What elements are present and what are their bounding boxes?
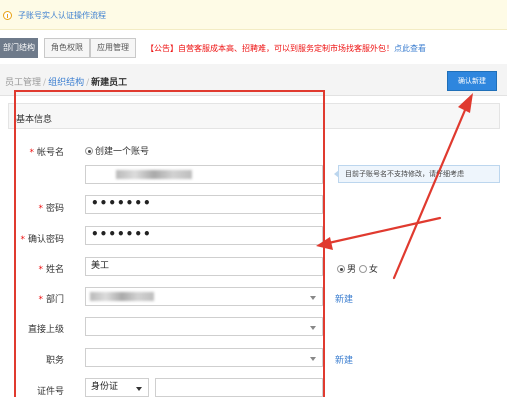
- position-select[interactable]: [85, 348, 323, 367]
- tab-role-permissions[interactable]: 角色权限: [44, 38, 90, 58]
- info-icon: [3, 11, 12, 20]
- id-type-value: 身份证: [91, 382, 119, 392]
- password-input[interactable]: •••••••: [85, 195, 323, 214]
- breadcrumb-bar: 员工管理 / 组织结构 / 新建员工: [0, 64, 507, 96]
- name-input[interactable]: 美工: [85, 257, 323, 276]
- section-title: 基本信息: [16, 115, 53, 125]
- required-mark: *: [29, 148, 34, 158]
- redacted-text: [116, 170, 192, 179]
- tab-department-structure[interactable]: 部门结构: [0, 38, 38, 58]
- position-label: 职务: [45, 356, 64, 366]
- annotation-arrow-line: [322, 216, 442, 246]
- chevron-down-icon: [310, 296, 316, 300]
- new-position-link[interactable]: 新建: [335, 353, 353, 366]
- breadcrumb-org-structure[interactable]: 组织结构: [48, 78, 84, 88]
- announcement-view-link[interactable]: 点此查看: [394, 44, 426, 53]
- create-account-radio-label: 创建一个账号: [95, 147, 150, 157]
- confirm-password-label: * 确认密码: [20, 235, 64, 245]
- id-number-input[interactable]: [155, 378, 323, 397]
- chevron-down-icon: [310, 357, 316, 361]
- breadcrumb: 员工管理 / 组织结构 / 新建员工: [5, 75, 127, 88]
- account-label: * 帐号名: [29, 148, 64, 158]
- required-mark: *: [20, 235, 25, 245]
- breadcrumb-separator: /: [43, 78, 47, 88]
- confirm-password-input[interactable]: •••••••: [85, 226, 323, 245]
- required-mark: *: [38, 295, 43, 305]
- confirm-create-button[interactable]: 确认新建: [447, 71, 497, 91]
- male-label: 男: [347, 265, 357, 275]
- annotation-arrow-line: [392, 101, 470, 280]
- create-account-radio[interactable]: [85, 147, 93, 155]
- department-label: * 部门: [38, 295, 64, 305]
- superior-label: 直接上级: [27, 325, 64, 335]
- name-label: * 姓名: [38, 265, 64, 275]
- female-radio[interactable]: [358, 265, 367, 273]
- breadcrumb-separator: /: [86, 78, 90, 88]
- breadcrumb-employee-management[interactable]: 员工管理: [5, 78, 41, 88]
- female-label: 女: [368, 265, 378, 275]
- department-select[interactable]: [85, 287, 323, 306]
- account-tip: 目前子账号名不支持修改，请仔细考虑: [334, 165, 500, 183]
- redacted-text: [90, 292, 154, 301]
- gender-radio-group: 男 女: [337, 262, 378, 275]
- section-header: 基本信息: [8, 103, 500, 129]
- announcement: 【公告】自营客服成本高、招聘难，可以到服务定制市场找客服外包！点此查看: [146, 43, 426, 54]
- chevron-down-icon: [136, 387, 142, 391]
- male-radio[interactable]: [337, 265, 345, 273]
- announcement-text: 【公告】自营客服成本高、招聘难，可以到服务定制市场找客服外包！: [146, 44, 394, 53]
- notice-bar: 子账号实人认证操作流程: [0, 0, 507, 30]
- breadcrumb-current: 新建员工: [91, 78, 128, 88]
- new-department-link[interactable]: 新建: [335, 292, 353, 305]
- chevron-down-icon: [310, 326, 316, 330]
- password-label: * 密码: [38, 204, 64, 214]
- tab-app-management[interactable]: 应用管理: [90, 38, 136, 58]
- id-number-label: 证件号: [36, 387, 64, 397]
- account-name-input[interactable]: [85, 165, 323, 184]
- required-mark: *: [38, 204, 43, 214]
- create-account-option[interactable]: 创建一个账号: [85, 144, 149, 157]
- required-mark: *: [38, 265, 43, 275]
- superior-select[interactable]: [85, 317, 323, 336]
- notice-link[interactable]: 子账号实人认证操作流程: [18, 10, 106, 21]
- id-type-select[interactable]: 身份证: [85, 378, 149, 397]
